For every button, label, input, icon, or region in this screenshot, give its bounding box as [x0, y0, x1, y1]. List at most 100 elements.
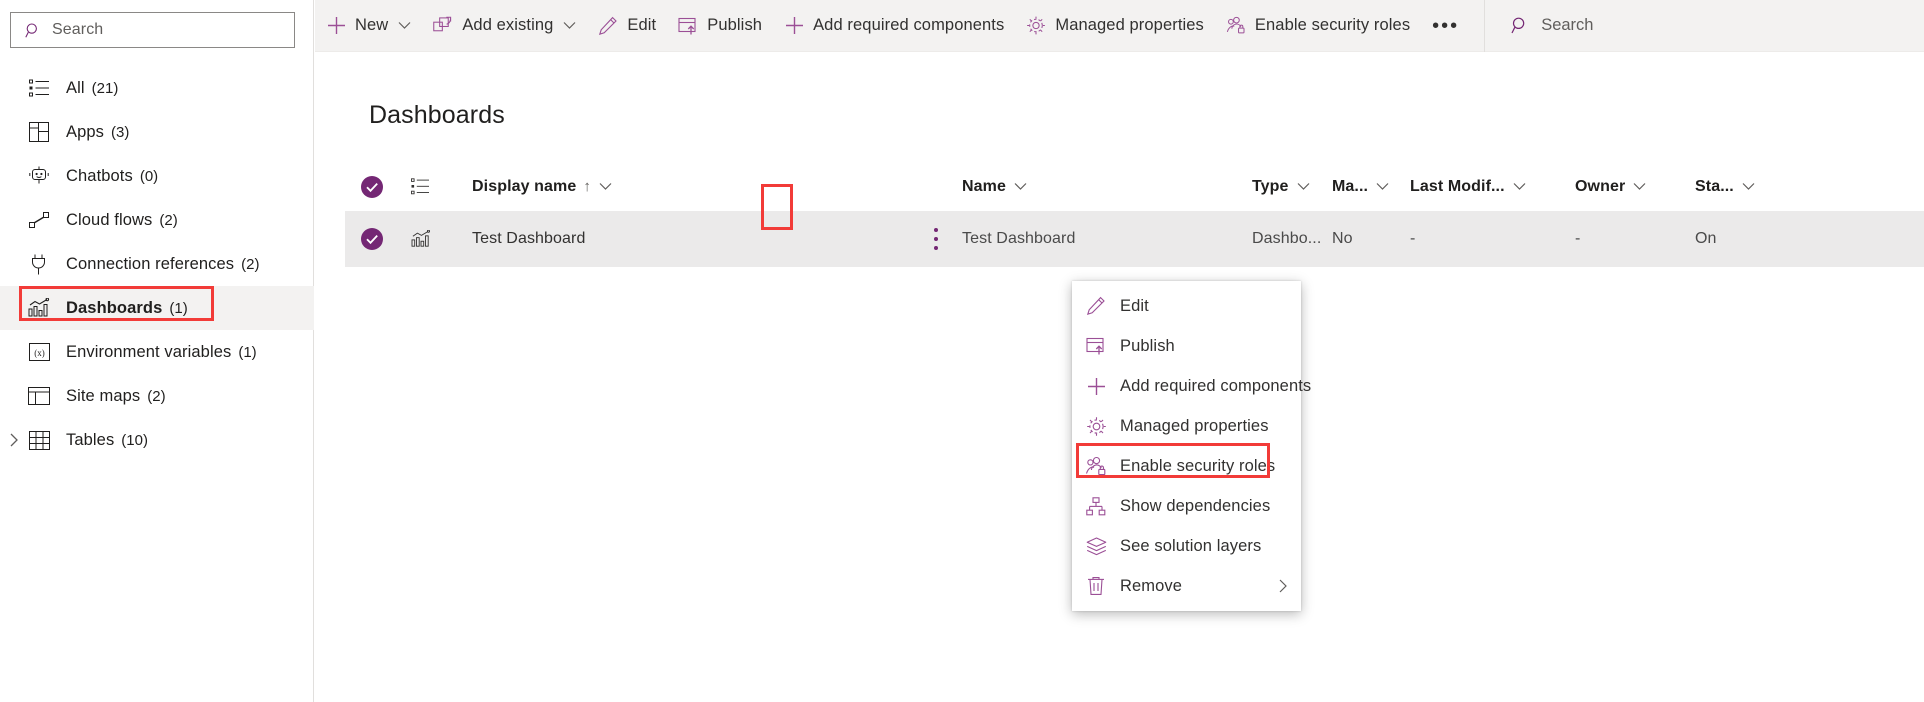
sidebar-item-environment-variables[interactable]: (x) Environment variables (1) — [0, 330, 314, 374]
sidebar-item-connection-references[interactable]: Connection references (2) — [0, 242, 314, 286]
cell-type: Dashbo... — [1252, 230, 1332, 248]
table-icon — [28, 429, 50, 451]
column-header-name[interactable]: Name — [962, 178, 1252, 196]
column-header-label: Name — [962, 177, 1006, 195]
column-header-last-modified[interactable]: Last Modif... — [1410, 178, 1575, 196]
sidebar-item-label: Connection references — [66, 254, 235, 273]
command-label: Edit — [627, 16, 657, 34]
menu-item-label: Add required components — [1120, 376, 1312, 395]
row-context-menu: Edit Publish Add required components Man… — [1072, 281, 1311, 611]
svg-text:(x): (x) — [34, 348, 45, 358]
pencil-icon — [598, 16, 618, 36]
sidebar-item-all[interactable]: All (21) — [0, 66, 314, 110]
pencil-icon — [1085, 295, 1107, 317]
chevron-down-icon[interactable] — [1513, 182, 1526, 191]
column-header-display-name[interactable]: Display name ↑ — [457, 178, 962, 196]
menu-item-label: Enable security roles — [1120, 456, 1276, 475]
cell-state: On — [1695, 230, 1795, 248]
gear-icon — [1026, 16, 1046, 36]
cell-display-name[interactable]: Test Dashboard — [457, 230, 962, 248]
chevron-right-icon[interactable] — [6, 418, 22, 462]
overflow-ellipsis-icon: ••• — [1432, 14, 1460, 37]
security-roles-icon — [1085, 455, 1107, 477]
menu-item-show-dependencies[interactable]: Show dependencies — [1072, 486, 1301, 526]
chevron-down-icon[interactable] — [1742, 182, 1755, 191]
column-header-label: Ma... — [1332, 177, 1369, 195]
column-header-owner[interactable]: Owner — [1575, 178, 1695, 196]
menu-item-enable-security-roles[interactable]: Enable security roles — [1072, 446, 1301, 486]
sidebar-search-placeholder: Search — [52, 21, 104, 38]
cell-text: Dashbo... — [1252, 230, 1322, 247]
menu-item-label: Edit — [1120, 296, 1149, 315]
sidebar-item-label: Cloud flows — [66, 210, 153, 229]
chevron-down-icon[interactable] — [563, 21, 576, 30]
command-add-required-components[interactable]: Add required components — [773, 4, 1015, 48]
chevron-right-icon[interactable] — [1278, 566, 1289, 606]
cell-managed: No — [1332, 230, 1410, 248]
sidebar-item-chatbots[interactable]: Chatbots (0) — [0, 154, 314, 198]
command-label: New — [355, 16, 389, 34]
column-header-label: Display name — [472, 177, 577, 195]
security-roles-icon — [1226, 16, 1246, 36]
sidebar-item-count: (2) — [147, 387, 166, 405]
left-sidebar: Search All (21) Apps (3) Chatbots (0) Cl… — [0, 0, 314, 702]
plus-icon — [326, 16, 346, 36]
sidebar-item-cloud-flows[interactable]: Cloud flows (2) — [0, 198, 314, 242]
menu-item-remove[interactable]: Remove — [1072, 566, 1301, 606]
chevron-down-icon[interactable] — [1633, 182, 1646, 191]
menu-item-publish[interactable]: Publish — [1072, 326, 1301, 366]
dashboard-chart-icon — [399, 230, 457, 248]
sidebar-search-input[interactable]: Search — [10, 12, 295, 48]
list-icon — [28, 77, 50, 99]
row-select-checkbox[interactable] — [345, 228, 399, 250]
sidebar-item-tables[interactable]: Tables (10) — [0, 418, 314, 462]
sort-ascending-icon: ↑ — [583, 178, 591, 195]
command-overflow-button[interactable]: ••• — [1421, 4, 1470, 48]
command-new[interactable]: New — [315, 4, 422, 48]
sidebar-item-count: (0) — [139, 167, 159, 185]
page-title: Dashboards — [369, 101, 505, 129]
chevron-down-icon[interactable] — [1014, 182, 1027, 191]
cell-text: On — [1695, 230, 1717, 247]
command-publish[interactable]: Publish — [667, 4, 773, 48]
menu-item-label: See solution layers — [1120, 536, 1262, 555]
sidebar-item-apps[interactable]: Apps (3) — [0, 110, 314, 154]
select-all-checkbox[interactable] — [345, 175, 399, 198]
chevron-down-icon[interactable] — [1297, 182, 1310, 191]
menu-item-label: Remove — [1120, 576, 1183, 595]
sidebar-item-label: Apps — [66, 122, 105, 141]
sidebar-item-count: (10) — [121, 431, 148, 449]
chevron-down-icon[interactable] — [1376, 182, 1389, 191]
command-add-existing[interactable]: Add existing — [422, 4, 587, 48]
cell-text: Test Dashboard — [962, 230, 1076, 247]
table-row[interactable]: Test Dashboard Test Dashboard Dashbo... … — [345, 211, 1924, 267]
sidebar-item-label: Site maps — [66, 386, 141, 405]
command-managed-properties[interactable]: Managed properties — [1015, 4, 1215, 48]
command-label: Publish — [707, 16, 763, 34]
column-header-type[interactable]: Type — [1252, 178, 1332, 196]
cell-last-modified: - — [1410, 230, 1575, 248]
command-edit[interactable]: Edit — [587, 4, 667, 48]
column-header-managed[interactable]: Ma... — [1332, 178, 1410, 196]
cell-text: Test Dashboard — [472, 230, 586, 247]
column-header-state[interactable]: Sta... — [1695, 178, 1795, 196]
dependencies-icon — [1085, 495, 1107, 517]
chevron-down-icon[interactable] — [398, 21, 411, 30]
commandbar-search-button[interactable]: Search — [1485, 16, 1593, 35]
command-bar: New Add existing Edit Publish Add requir… — [315, 0, 1924, 52]
chevron-down-icon[interactable] — [599, 182, 612, 191]
row-context-menu-button[interactable] — [921, 220, 951, 258]
cloud-flow-icon — [28, 209, 50, 231]
menu-item-add-required-components[interactable]: Add required components — [1072, 366, 1311, 406]
sidebar-item-dashboards[interactable]: Dashboards (1) — [0, 286, 314, 330]
environment-variable-icon: (x) — [28, 341, 50, 363]
menu-item-managed-properties[interactable]: Managed properties — [1072, 406, 1301, 446]
search-icon — [25, 22, 42, 39]
commandbar-search-label: Search — [1541, 16, 1594, 34]
menu-item-edit[interactable]: Edit — [1072, 286, 1301, 326]
sidebar-item-site-maps[interactable]: Site maps (2) — [0, 374, 314, 418]
command-enable-security-roles[interactable]: Enable security roles — [1215, 4, 1421, 48]
sidebar-item-count: (1) — [238, 343, 257, 361]
sidebar-item-count: (3) — [111, 123, 130, 141]
menu-item-see-solution-layers[interactable]: See solution layers — [1072, 526, 1301, 566]
